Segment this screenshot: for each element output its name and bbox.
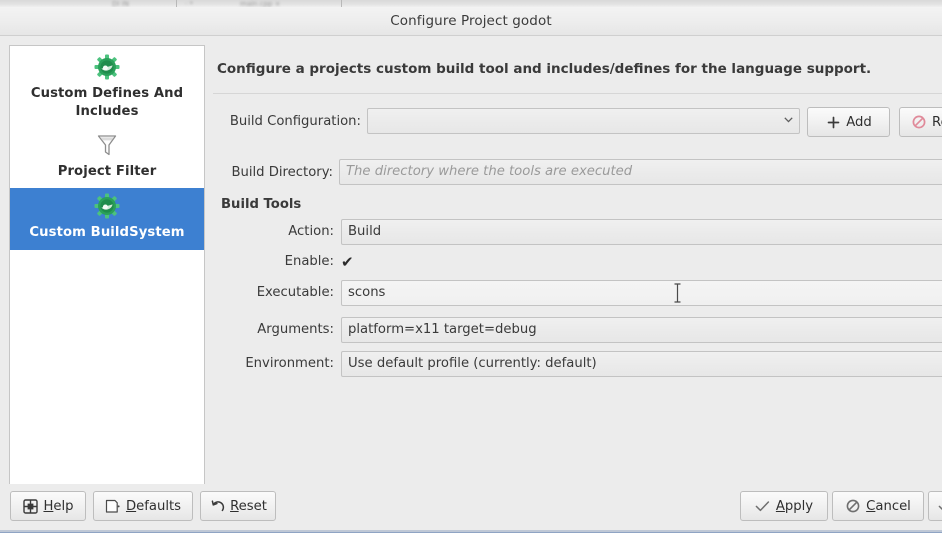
build-directory-label: Build Directory: (213, 165, 333, 180)
executable-input[interactable]: scons (341, 280, 942, 306)
reset-button[interactable]: Reset (200, 491, 276, 521)
settings-category-list[interactable]: Custom Defines And Includes Project Filt… (9, 45, 205, 487)
environment-label: Environment: (213, 356, 334, 371)
divider (213, 93, 942, 94)
check-icon (755, 498, 771, 514)
background-editor-strip: DI IN · * main.cpp × (0, 0, 942, 7)
enable-row: Enable: ✔ (213, 249, 942, 275)
remove-button-label: Re (932, 115, 942, 130)
background-ghost-text-1: DI IN (112, 0, 129, 7)
environment-input[interactable]: Use default profile (currently: default) (341, 351, 942, 377)
no-entry-icon (911, 114, 927, 130)
dialog-titlebar: Configure Project godot (0, 7, 942, 36)
help-button[interactable]: Help (10, 491, 86, 521)
document-defaults-icon (105, 498, 121, 514)
background-ghost-text-2: · * (185, 0, 193, 7)
enable-label: Enable: (213, 254, 334, 269)
build-tools-heading: Build Tools (221, 197, 301, 212)
gear-icon (14, 54, 200, 84)
sidebar-item-label: Project Filter (14, 163, 200, 181)
executable-label: Executable: (213, 285, 334, 300)
sidebar-item-project-filter[interactable]: Project Filter (10, 128, 204, 188)
apply-button[interactable]: Apply (740, 491, 828, 521)
background-ghost-text-3: main.cpp × (240, 0, 281, 7)
build-directory-row: Build Directory: The directory where the… (213, 159, 942, 187)
plus-icon (825, 114, 841, 130)
help-button-label: Help (43, 499, 73, 514)
environment-row: Environment: Use default profile (curren… (213, 351, 942, 377)
dialog-title: Configure Project godot (0, 13, 942, 29)
arguments-label: Arguments: (213, 322, 334, 337)
dialog-footer: Help Defaults Reset (0, 484, 942, 533)
background-separator (176, 0, 177, 7)
sidebar-item-label: Custom BuildSystem (14, 224, 200, 242)
ok-button[interactable] (928, 491, 942, 521)
check-icon (937, 498, 942, 514)
background-separator (341, 0, 342, 7)
help-window-icon (22, 498, 38, 514)
apply-button-label: Apply (776, 499, 813, 514)
sidebar-item-custom-defines-and-includes[interactable]: Custom Defines And Includes (10, 46, 204, 128)
undo-arrow-icon (209, 498, 225, 514)
text-cursor-icon (673, 283, 682, 302)
executable-value: scons (348, 285, 385, 300)
action-combo[interactable]: Build (341, 219, 942, 245)
funnel-filter-icon (14, 132, 200, 162)
defaults-button[interactable]: Defaults (93, 491, 193, 521)
chevron-down-icon (784, 109, 793, 134)
cancel-button-label: Cancel (866, 499, 911, 514)
executable-row: Executable: scons (213, 280, 942, 306)
add-build-configuration-button[interactable]: Add (807, 107, 890, 137)
add-button-label: Add (846, 115, 872, 130)
sidebar-item-custom-buildsystem[interactable]: Custom BuildSystem (10, 188, 204, 250)
build-configuration-label: Build Configuration: (213, 114, 361, 129)
sidebar-item-label: Custom Defines And Includes (14, 85, 200, 121)
build-configuration-combo[interactable] (367, 108, 800, 134)
build-configuration-row: Build Configuration: Add (213, 108, 942, 136)
gear-icon (14, 193, 200, 223)
remove-build-configuration-button[interactable]: Re (899, 107, 942, 137)
action-row: Action: Build (213, 219, 942, 245)
arguments-row: Arguments: platform=x11 target=debug (213, 317, 942, 343)
enable-checkbox[interactable]: ✔ (341, 255, 354, 269)
action-label: Action: (213, 224, 334, 239)
settings-content-pane: Configure a projects custom build tool a… (213, 45, 942, 487)
reset-button-label: Reset (230, 499, 267, 514)
cancel-button[interactable]: Cancel (832, 491, 924, 521)
page-description: Configure a projects custom build tool a… (217, 61, 871, 77)
arguments-input[interactable]: platform=x11 target=debug (341, 317, 942, 343)
configure-project-dialog: DI IN · * main.cpp × Configure Project g… (0, 0, 942, 533)
defaults-button-label: Defaults (126, 499, 181, 514)
dialog-body: Custom Defines And Includes Project Filt… (0, 37, 942, 484)
build-directory-input[interactable]: The directory where the tools are execut… (339, 159, 942, 185)
no-entry-icon (845, 498, 861, 514)
